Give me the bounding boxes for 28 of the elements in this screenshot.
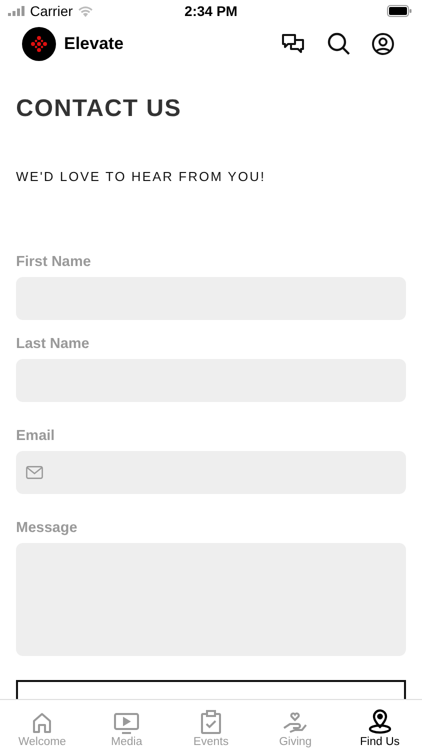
tab[interactable]: Giving <box>253 700 338 750</box>
home-icon <box>32 712 52 734</box>
search-icon[interactable] <box>327 32 350 55</box>
envelope-icon <box>26 466 43 479</box>
video-icon <box>114 713 140 734</box>
field-label: First Name <box>16 254 92 270</box>
tab[interactable]: Welcome <box>0 700 84 750</box>
field-label: Message <box>16 520 78 536</box>
wifi-icon <box>78 6 93 16</box>
tab[interactable]: Events <box>168 700 254 750</box>
clipboard-check-icon <box>201 710 222 734</box>
status-time: 2:34 PM <box>184 3 238 19</box>
profile-icon[interactable] <box>372 32 394 54</box>
app-title: Elevate <box>64 34 124 54</box>
signal-icon <box>8 6 25 16</box>
page-title: CONTACT US <box>16 95 183 123</box>
field-label: Email <box>16 428 56 444</box>
battery-icon <box>387 5 412 17</box>
chat-icon[interactable] <box>281 32 305 54</box>
tab[interactable]: Find Us <box>338 700 422 750</box>
tab[interactable]: Media <box>84 700 169 750</box>
page-subtitle: WE'D LOVE TO HEAR FROM YOU! <box>16 169 267 184</box>
hand-heart-icon <box>283 710 308 734</box>
email-field[interactable] <box>16 451 406 494</box>
carrier-label: Carrier <box>30 3 73 19</box>
location-pin-icon <box>368 708 392 734</box>
logo-icon <box>22 26 56 60</box>
field-label: Last Name <box>16 336 90 352</box>
